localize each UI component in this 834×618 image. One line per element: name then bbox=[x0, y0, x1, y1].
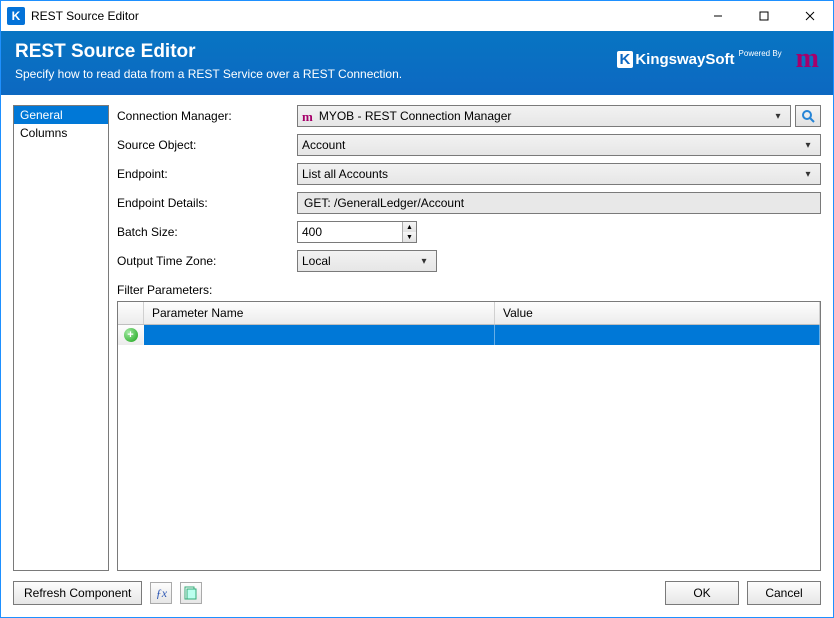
cell-parameter-name[interactable] bbox=[144, 325, 495, 345]
window-root: K REST Source Editor REST Source Editor … bbox=[0, 0, 834, 618]
endpoint-label: Endpoint: bbox=[117, 167, 297, 181]
expression-editor-button[interactable]: ƒx bbox=[150, 582, 172, 604]
chevron-down-icon: ▾ bbox=[416, 256, 432, 267]
grid-corner bbox=[118, 302, 144, 324]
cancel-button[interactable]: Cancel bbox=[747, 581, 821, 605]
main-panel: Connection Manager: m MYOB - REST Connec… bbox=[117, 105, 821, 571]
browse-connection-button[interactable] bbox=[795, 105, 821, 127]
chevron-down-icon: ▾ bbox=[800, 140, 816, 151]
titlebar: K REST Source Editor bbox=[1, 1, 833, 31]
doc-icon bbox=[184, 586, 198, 600]
endpoint-details-label: Endpoint Details: bbox=[117, 196, 297, 210]
add-row-icon: + bbox=[124, 328, 138, 342]
connection-manager-label: Connection Manager: bbox=[117, 109, 297, 123]
chevron-down-icon: ▾ bbox=[800, 169, 816, 180]
myob-logo: m bbox=[796, 45, 819, 73]
filter-parameters-label: Filter Parameters: bbox=[117, 283, 821, 297]
documentation-button[interactable] bbox=[180, 582, 202, 604]
header-banner: REST Source Editor Specify how to read d… bbox=[1, 31, 833, 95]
header-title: REST Source Editor bbox=[15, 41, 402, 63]
output-timezone-combo[interactable]: Local ▾ bbox=[297, 250, 437, 272]
ok-button[interactable]: OK bbox=[665, 581, 739, 605]
source-object-label: Source Object: bbox=[117, 138, 297, 152]
endpoint-combo[interactable]: List all Accounts ▾ bbox=[297, 163, 821, 185]
cell-value[interactable] bbox=[495, 325, 820, 345]
nav-panel: General Columns bbox=[13, 105, 109, 571]
col-header-parameter-name[interactable]: Parameter Name bbox=[144, 302, 495, 324]
myob-icon: m bbox=[302, 110, 313, 123]
output-timezone-label: Output Time Zone: bbox=[117, 254, 297, 268]
close-icon bbox=[805, 11, 815, 21]
fx-icon: ƒx bbox=[156, 586, 167, 601]
filter-parameters-grid[interactable]: Parameter Name Value + bbox=[117, 301, 821, 571]
connection-manager-combo[interactable]: m MYOB - REST Connection Manager ▾ bbox=[297, 105, 791, 127]
grid-new-row[interactable]: + bbox=[118, 325, 820, 345]
app-icon: K bbox=[7, 7, 25, 25]
minimize-icon bbox=[713, 11, 723, 21]
source-object-combo[interactable]: Account ▾ bbox=[297, 134, 821, 156]
nav-item-columns[interactable]: Columns bbox=[14, 124, 108, 142]
spin-down-button[interactable]: ▼ bbox=[403, 232, 416, 242]
refresh-component-button[interactable]: Refresh Component bbox=[13, 581, 142, 605]
spin-up-button[interactable]: ▲ bbox=[403, 222, 416, 232]
maximize-button[interactable] bbox=[741, 1, 787, 31]
batch-size-label: Batch Size: bbox=[117, 225, 297, 239]
close-button[interactable] bbox=[787, 1, 833, 31]
chevron-down-icon: ▾ bbox=[770, 111, 786, 122]
header-subtitle: Specify how to read data from a REST Ser… bbox=[15, 67, 402, 81]
magnifier-icon bbox=[800, 108, 816, 124]
footer: Refresh Component ƒx OK Cancel bbox=[1, 571, 833, 617]
col-header-value[interactable]: Value bbox=[495, 302, 820, 324]
grid-header: Parameter Name Value bbox=[118, 302, 820, 325]
nav-item-general[interactable]: General bbox=[14, 106, 108, 124]
minimize-button[interactable] bbox=[695, 1, 741, 31]
batch-size-input[interactable]: ▲ ▼ bbox=[297, 221, 417, 243]
kingswaysoft-logo: K KingswaySoft Powered By bbox=[617, 51, 782, 68]
batch-size-field[interactable] bbox=[298, 222, 402, 242]
endpoint-details-value: GET: /GeneralLedger/Account bbox=[297, 192, 821, 214]
maximize-icon bbox=[759, 11, 769, 21]
window-title: REST Source Editor bbox=[31, 9, 139, 23]
row-header[interactable]: + bbox=[118, 325, 144, 345]
